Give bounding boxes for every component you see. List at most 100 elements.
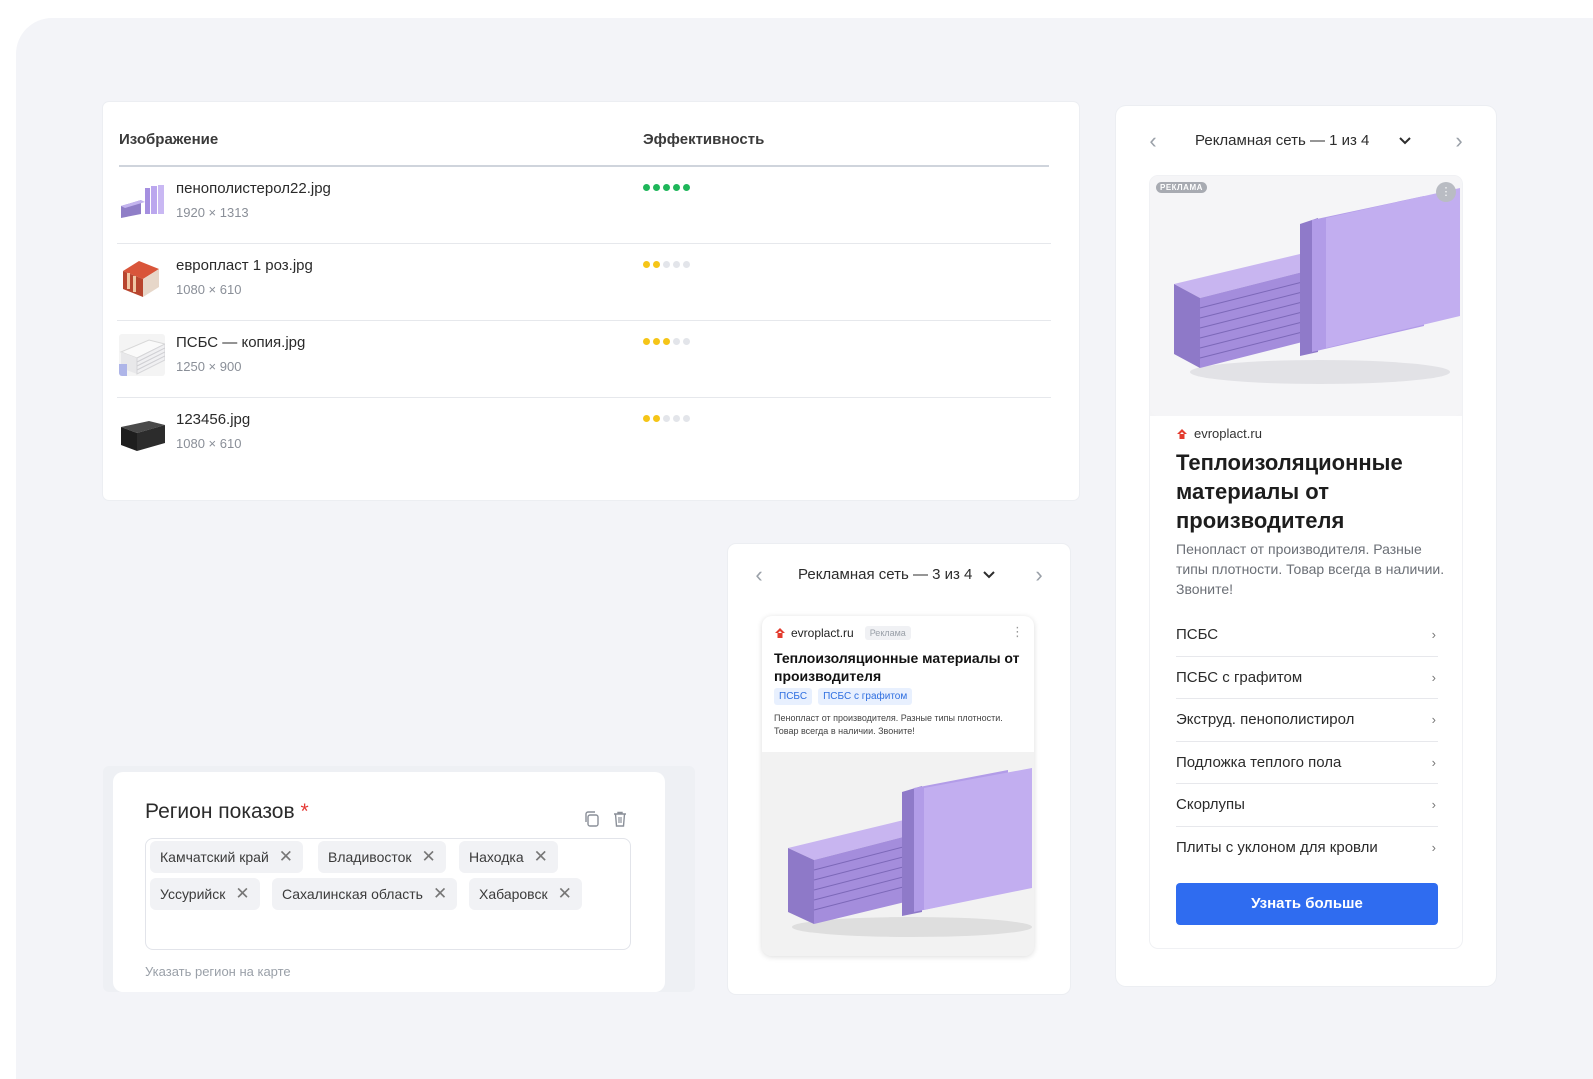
remove-tag-icon[interactable]: ✕ xyxy=(422,847,436,867)
ad-image: РЕКЛАМА ⋮ xyxy=(1150,176,1462,416)
rating-dot xyxy=(643,338,650,345)
ad-description: Пенопласт от производителя. Разные типы … xyxy=(774,713,1003,736)
remove-tag-icon[interactable]: ✕ xyxy=(534,847,548,867)
region-tag: Камчатский край ✕ xyxy=(150,841,304,873)
region-tag-label: Камчатский край xyxy=(160,849,269,865)
column-header-efficiency: Эффективность xyxy=(643,131,765,148)
remove-tag-icon[interactable]: ✕ xyxy=(235,884,249,904)
sitelink-item[interactable]: ПСБС с графитом › xyxy=(1176,657,1438,699)
brand-logo-icon xyxy=(775,628,785,638)
sitelink-label: Плиты с уклоном для кровли xyxy=(1176,839,1378,857)
file-dimensions: 1080 × 610 xyxy=(176,282,242,297)
rating-dot xyxy=(663,184,670,191)
region-tag: Владивосток ✕ xyxy=(318,841,446,873)
file-dimensions: 1920 × 1313 xyxy=(176,205,249,220)
file-name: 123456.jpg xyxy=(176,411,251,428)
rating-dot xyxy=(673,338,680,345)
ad-domain: evroplact.ru xyxy=(1176,426,1262,441)
copy-icon[interactable] xyxy=(583,810,601,828)
sitelinks-list: ПСБС › ПСБС с графитом › Экструд. пенополи… xyxy=(1176,614,1438,869)
table-row[interactable]: европласт 1 роз.jpg 1080 × 610 xyxy=(117,244,1051,321)
table-row[interactable]: ПСБС — копия.jpg 1250 × 900 xyxy=(117,321,1051,398)
rating-dot xyxy=(683,338,690,345)
ad-domain-text: evroplact.ru xyxy=(791,626,854,640)
sitelink-chip[interactable]: ПСБС xyxy=(774,688,813,705)
prev-arrow-icon[interactable]: ‹ xyxy=(744,560,774,590)
ad-preview-network-3: ‹ Рекламная сеть — 3 из 4 › evroplact.ru… xyxy=(728,544,1070,994)
ad-label-badge: РЕКЛАМА xyxy=(1156,182,1207,193)
table-row[interactable]: 123456.jpg 1080 × 610 xyxy=(117,398,1051,475)
preview-switcher: ‹ Рекламная сеть — 1 из 4 › xyxy=(1116,126,1496,154)
rating-dot xyxy=(643,415,650,422)
image-thumbnail xyxy=(119,334,165,376)
rating-dot xyxy=(673,184,680,191)
remove-tag-icon[interactable]: ✕ xyxy=(433,884,447,904)
preview-switcher: ‹ Рекламная сеть — 3 из 4 › xyxy=(728,560,1070,588)
ad-preview-network-1: ‹ Рекламная сеть — 1 из 4 › РЕКЛАМА ⋮ ev… xyxy=(1116,106,1496,986)
images-table: Изображение Эффективность пенополистерол… xyxy=(103,102,1079,500)
efficiency-rating xyxy=(643,261,690,268)
chevron-down-icon[interactable] xyxy=(982,562,996,587)
next-arrow-icon[interactable]: › xyxy=(1444,126,1474,156)
rating-dot xyxy=(673,415,680,422)
rating-dot xyxy=(663,261,670,268)
sitelink-item[interactable]: Экструд. пенополистирол › xyxy=(1176,699,1438,742)
ad-domain: evroplact.ru Реклама xyxy=(774,626,911,640)
rating-dot xyxy=(643,184,650,191)
remove-tag-icon[interactable]: ✕ xyxy=(279,847,293,867)
image-thumbnail xyxy=(119,411,165,453)
region-form: Регион показов * Камчатский край ✕ Владив… xyxy=(113,772,665,992)
sitelink-item[interactable]: ПСБС › xyxy=(1176,614,1438,657)
sitelink-label: Скорлупы xyxy=(1176,796,1245,814)
learn-more-button[interactable]: Узнать больше xyxy=(1176,883,1438,925)
region-title-text: Регион показов xyxy=(145,800,295,823)
ad-domain-text: evroplact.ru xyxy=(1194,426,1262,441)
rating-dot xyxy=(683,184,690,191)
rating-dot xyxy=(653,184,660,191)
rating-dot xyxy=(653,338,660,345)
next-arrow-icon[interactable]: › xyxy=(1024,560,1054,590)
ad-image xyxy=(762,752,1034,956)
ad-sitelinks: ПСБС ПСБС с графитом xyxy=(774,688,913,705)
preview-variant-label[interactable]: Рекламная сеть — 1 из 4 xyxy=(1195,132,1369,149)
sitelink-label: ПСБС с графитом xyxy=(1176,668,1303,686)
efficiency-rating xyxy=(643,184,690,191)
chevron-right-icon: › xyxy=(1431,627,1436,643)
rating-dot xyxy=(683,261,690,268)
file-dimensions: 1250 × 900 xyxy=(176,359,242,374)
region-tag: Хабаровск ✕ xyxy=(469,878,582,910)
ad-description: Пенопласт от производителя. Разные типы … xyxy=(1176,541,1445,597)
required-mark: * xyxy=(300,800,309,823)
more-options-icon[interactable]: ⋮ xyxy=(1436,182,1456,202)
rating-dot xyxy=(673,261,680,268)
chevron-right-icon: › xyxy=(1431,754,1436,770)
more-options-icon[interactable]: ⋮ xyxy=(1011,624,1024,640)
preview-variant-label[interactable]: Рекламная сеть — 3 из 4 xyxy=(798,566,972,583)
region-tag: Сахалинская область ✕ xyxy=(272,878,458,910)
ad-card[interactable]: РЕКЛАМА ⋮ evroplact.ru Теплоизоляционные… xyxy=(1150,176,1462,948)
sitelink-label: ПСБС xyxy=(1176,626,1219,644)
remove-tag-icon[interactable]: ✕ xyxy=(558,884,572,904)
trash-icon[interactable] xyxy=(611,810,629,828)
file-name: пенополистерол22.jpg xyxy=(176,180,331,197)
sitelink-label: Подложка теплого пола xyxy=(1176,753,1342,771)
ad-title: Теплоизоляционные материалы от производи… xyxy=(1176,450,1403,533)
sitelink-item[interactable]: Скорлупы › xyxy=(1176,784,1438,827)
image-thumbnail xyxy=(119,180,165,222)
efficiency-rating xyxy=(643,338,690,345)
sitelink-label: Экструд. пенополистирол xyxy=(1176,711,1355,729)
rating-dot xyxy=(643,261,650,268)
select-region-on-map-link[interactable]: Указать регион на карте xyxy=(145,964,291,979)
ad-card[interactable]: evroplact.ru Реклама ⋮ Теплоизоляционные… xyxy=(762,616,1034,956)
sitelink-item[interactable]: Плиты с уклоном для кровли › xyxy=(1176,827,1438,870)
rating-dot xyxy=(663,415,670,422)
ad-badge: Реклама xyxy=(864,626,911,640)
table-row[interactable]: пенополистерол22.jpg 1920 × 1313 xyxy=(117,167,1051,244)
sitelink-item[interactable]: Подложка теплого пола › xyxy=(1176,742,1438,784)
table-header: Изображение Эффективность xyxy=(119,131,1049,167)
sitelink-chip[interactable]: ПСБС с графитом xyxy=(818,688,913,705)
region-title: Регион показов * xyxy=(145,800,309,824)
region-tags-input[interactable]: Камчатский край ✕ Владивосток ✕ Находка ✕ У… xyxy=(145,838,631,950)
chevron-down-icon[interactable] xyxy=(1398,128,1412,153)
prev-arrow-icon[interactable]: ‹ xyxy=(1138,126,1168,156)
